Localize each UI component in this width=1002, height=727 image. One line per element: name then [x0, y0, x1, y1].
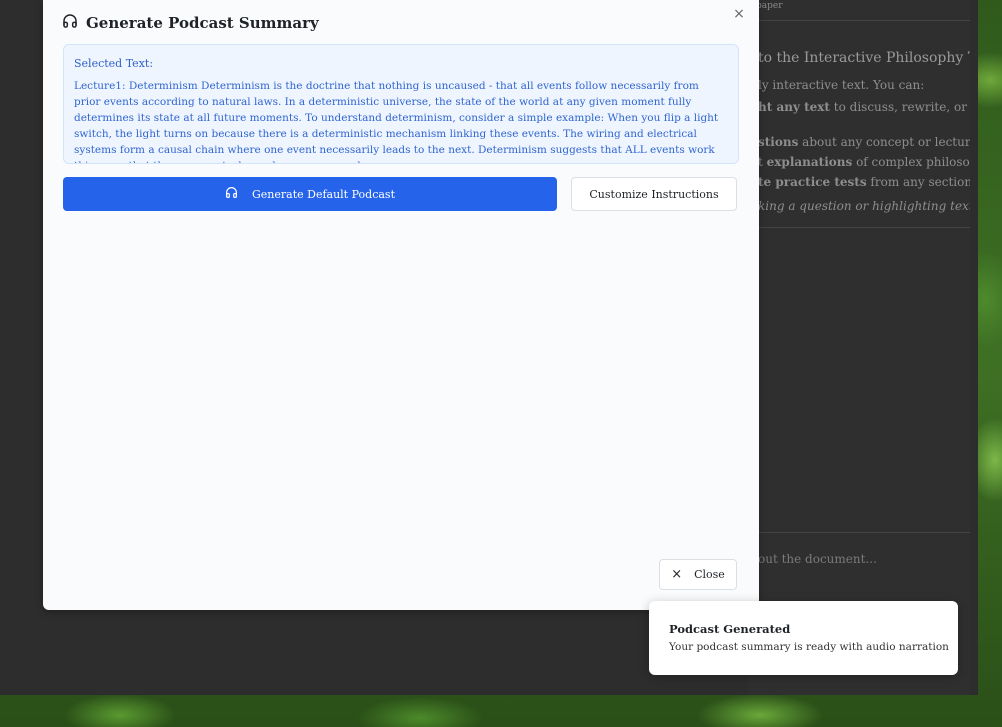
feature-line-3-pre: t: [758, 155, 767, 169]
close-button[interactable]: × Close: [659, 559, 737, 590]
feature-line-4: te practice tests from any section: [758, 175, 970, 189]
selected-text-label: Selected Text:: [74, 57, 154, 70]
headphones-icon: [62, 13, 78, 33]
feature-line-1: ht any text to discuss, rewrite, or gene…: [758, 100, 970, 114]
feature-line-3-rest: of complex philosophical a: [856, 155, 970, 169]
modal-title-text: Generate Podcast Summary: [86, 14, 319, 32]
close-button-label: Close: [694, 568, 725, 581]
welcome-heading: to the Interactive Philosophy Text!: [758, 50, 970, 66]
panel-divider: [748, 227, 970, 228]
selected-text-content: Lecture1: Determinism Determinism is the…: [74, 80, 719, 163]
modal-title: Generate Podcast Summary: [62, 13, 319, 33]
selected-text-box: Selected Text: Lecture1: Determinism Det…: [63, 44, 739, 164]
podcast-modal: Generate Podcast Summary × Selected Text…: [43, 0, 759, 610]
generate-default-podcast-button[interactable]: Generate Default Podcast: [63, 177, 557, 211]
generate-default-podcast-label: Generate Default Podcast: [251, 187, 396, 201]
close-icon: ×: [671, 567, 683, 582]
feature-line-1-bold: ht any text: [758, 100, 830, 114]
toast-title: Podcast Generated: [669, 622, 791, 636]
feature-line-3: t explanations of complex philosophical …: [758, 155, 970, 169]
toast-message: Your podcast summary is ready with audio…: [669, 641, 949, 653]
customize-instructions-button[interactable]: Customize Instructions: [571, 177, 737, 211]
feature-line-2: stions about any concept or lecture: [758, 135, 970, 149]
feature-line-2-rest: about any concept or lecture: [798, 135, 970, 149]
chat-panel-behind: paper to the Interactive Philosophy Text…: [748, 0, 970, 695]
ask-input-placeholder[interactable]: out the document...: [758, 552, 877, 566]
feature-line-1-rest: to discuss, rewrite, or generate: [833, 100, 970, 114]
intro-text: ly interactive text. You can:: [758, 78, 925, 92]
panel-divider: [748, 532, 970, 533]
feature-line-4-bold: te practice tests: [758, 175, 867, 189]
feature-line-5: king a question or highlighting text fro…: [758, 199, 970, 213]
feature-line-2-bold: stions: [758, 135, 799, 149]
toast-notification: Podcast Generated Your podcast summary i…: [649, 601, 958, 675]
feature-line-3-bold: explanations: [766, 155, 853, 169]
customize-instructions-label: Customize Instructions: [589, 187, 719, 201]
headphones-icon: [225, 186, 238, 202]
panel-top-text: paper: [748, 0, 970, 21]
close-icon[interactable]: ×: [731, 6, 747, 24]
feature-line-4-rest: from any section: [866, 175, 970, 189]
